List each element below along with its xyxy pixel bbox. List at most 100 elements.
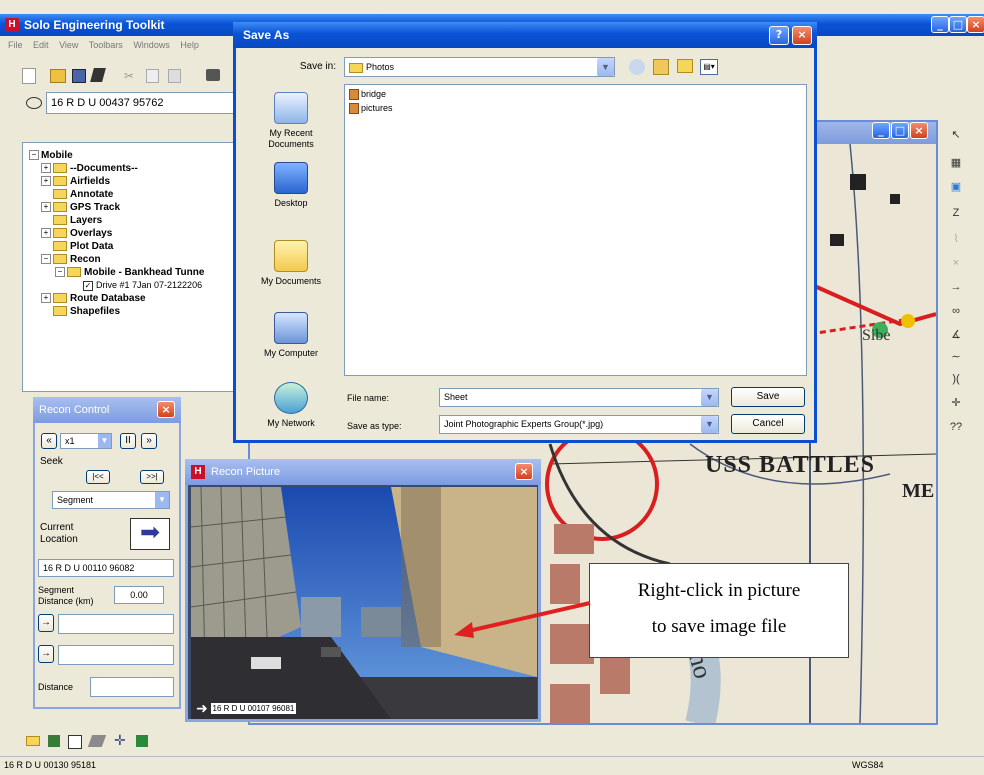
save-icon[interactable] — [72, 69, 86, 83]
segment-next-button[interactable]: → — [38, 645, 54, 663]
save-type-dropdown-icon[interactable]: ▼ — [701, 416, 718, 433]
tree-item[interactable]: Layers — [29, 214, 239, 227]
picture-grid-overlay: ➜ 16 R D U 00107 96081 — [196, 700, 297, 716]
tree-item-drive[interactable]: ✓ Drive #1 7Jan 07-2122206 — [29, 279, 239, 292]
rewind-button[interactable]: « — [41, 433, 57, 449]
list-item[interactable]: bridge — [349, 89, 386, 101]
crosshair-tab-icon[interactable]: ✛ — [114, 732, 126, 749]
file-name-input[interactable]: Sheet — [439, 388, 719, 407]
curve-icon[interactable]: ∼ — [949, 350, 963, 364]
zoom-icon[interactable]: Z — [949, 206, 963, 220]
pen-tab-icon[interactable] — [87, 735, 107, 747]
cancel-button[interactable]: Cancel — [731, 414, 805, 434]
tree-item-recon-mobile[interactable]: − Mobile - Bankhead Tunne — [29, 266, 239, 279]
segment-prev-button[interactable]: → — [38, 614, 54, 632]
up-folder-icon[interactable] — [653, 59, 669, 75]
segment-select[interactable]: Segment — [52, 491, 170, 509]
app-minimize-button[interactable]: _ — [931, 16, 949, 33]
compass-icon[interactable]: ✛ — [949, 396, 963, 410]
views-menu-icon[interactable]: ▤▾ — [700, 59, 718, 75]
app-maximize-button[interactable]: □ — [949, 16, 967, 33]
place-my-documents[interactable]: My Documents — [246, 240, 336, 286]
measure-icon[interactable]: ⌇ — [949, 232, 963, 246]
menu-view[interactable]: View — [59, 40, 78, 50]
tree-item[interactable]: Shapefiles — [29, 305, 239, 318]
save-in-dropdown-icon[interactable]: ▼ — [597, 58, 614, 76]
menu-file[interactable]: File — [8, 40, 23, 50]
arrow-right-icon[interactable]: → — [949, 280, 963, 294]
back-icon[interactable] — [629, 59, 645, 75]
segment-input-1[interactable] — [58, 614, 174, 634]
layer-icon[interactable]: ▣ — [949, 180, 963, 194]
tree-root[interactable]: − Mobile — [29, 149, 239, 162]
folder-tab-icon[interactable] — [26, 736, 40, 746]
new-folder-icon[interactable] — [677, 59, 693, 73]
map-label-sibe: Sibe — [862, 327, 891, 344]
segment-input-2[interactable] — [58, 645, 174, 665]
checkbox-checked-icon[interactable]: ✓ — [83, 281, 93, 291]
location-value: 16 R D U 00110 96082 — [38, 559, 174, 577]
speed-dropdown-icon[interactable]: ▼ — [98, 434, 111, 448]
list-item[interactable]: pictures — [349, 103, 393, 115]
pause-button[interactable]: II — [120, 433, 136, 449]
tree-item[interactable]: + Overlays — [29, 227, 239, 240]
distance-field[interactable] — [90, 677, 174, 697]
menu-toolbars[interactable]: Toolbars — [89, 40, 123, 50]
menu-windows[interactable]: Windows — [133, 40, 170, 50]
seek-back-button[interactable]: |<< — [86, 470, 110, 484]
new-icon[interactable] — [22, 68, 36, 84]
place-desktop[interactable]: Desktop — [246, 162, 336, 208]
app-close-button[interactable]: × — [967, 16, 984, 33]
play-button[interactable]: » — [141, 433, 157, 449]
segment-distance-field[interactable]: 0.00 — [114, 586, 164, 604]
pointer-icon[interactable]: ↖ — [949, 128, 963, 142]
folder-icon — [53, 241, 67, 252]
tree-item[interactable]: Annotate — [29, 188, 239, 201]
help-icon[interactable]: ?? — [949, 420, 963, 434]
grid-location-field[interactable]: 16 R D U 00437 95762 — [46, 92, 238, 114]
tree-item[interactable]: Plot Data — [29, 240, 239, 253]
folder-icon — [53, 202, 67, 213]
vehicle-tab-icon[interactable] — [136, 735, 148, 747]
wand-icon[interactable] — [90, 68, 106, 82]
tree-item[interactable]: + Route Database — [29, 292, 239, 305]
jpg-file-icon — [349, 89, 359, 101]
copy-icon[interactable] — [146, 69, 159, 83]
help-button[interactable]: ? — [769, 26, 789, 45]
map-maximize-button[interactable]: □ — [891, 122, 909, 139]
place-my-computer[interactable]: My Computer — [246, 312, 336, 358]
recon-picture-logo-icon: H — [191, 465, 205, 479]
cross-icon[interactable]: × — [949, 256, 963, 270]
file-name-dropdown-icon[interactable]: ▼ — [701, 389, 718, 406]
seek-forward-button[interactable]: >>| — [140, 470, 164, 484]
recon-control-close-button[interactable]: × — [157, 401, 175, 418]
save-in-select[interactable]: Photos — [344, 57, 615, 77]
segment-dropdown-icon[interactable]: ▼ — [155, 492, 169, 508]
list-tab-icon[interactable] — [68, 735, 82, 749]
recon-picture-close-button[interactable]: × — [515, 463, 533, 480]
open-icon[interactable] — [50, 69, 66, 83]
print-icon[interactable] — [206, 69, 220, 81]
save-button[interactable]: Save — [731, 387, 805, 407]
place-my-network[interactable]: My Network — [246, 382, 336, 428]
file-list[interactable]: bridge pictures — [344, 84, 807, 376]
bracket-icon[interactable]: )( — [949, 372, 963, 386]
table-icon[interactable]: ▦ — [949, 156, 963, 170]
map-close-button[interactable]: × — [910, 122, 928, 139]
save-type-select[interactable]: Joint Photographic Experts Group(*.jpg) — [439, 415, 719, 434]
place-recent-documents[interactable]: My Recent Documents — [246, 92, 336, 150]
tree-item[interactable]: + GPS Track — [29, 201, 239, 214]
paste-icon[interactable] — [168, 69, 181, 83]
link-icon[interactable]: ∞ — [949, 304, 963, 318]
dialog-close-button[interactable]: × — [792, 26, 812, 45]
menu-edit[interactable]: Edit — [33, 40, 49, 50]
menu-help[interactable]: Help — [180, 40, 199, 50]
tree-item[interactable]: + --Documents-- — [29, 162, 239, 175]
book-tab-icon[interactable] — [48, 735, 60, 747]
cut-icon[interactable]: ✂ — [124, 69, 134, 83]
tree-item[interactable]: − Recon — [29, 253, 239, 266]
map-label-me: ME — [902, 480, 935, 502]
angle-icon[interactable]: ∡ — [949, 328, 963, 342]
tree-item[interactable]: + Airfields — [29, 175, 239, 188]
map-minimize-button[interactable]: _ — [872, 122, 890, 139]
